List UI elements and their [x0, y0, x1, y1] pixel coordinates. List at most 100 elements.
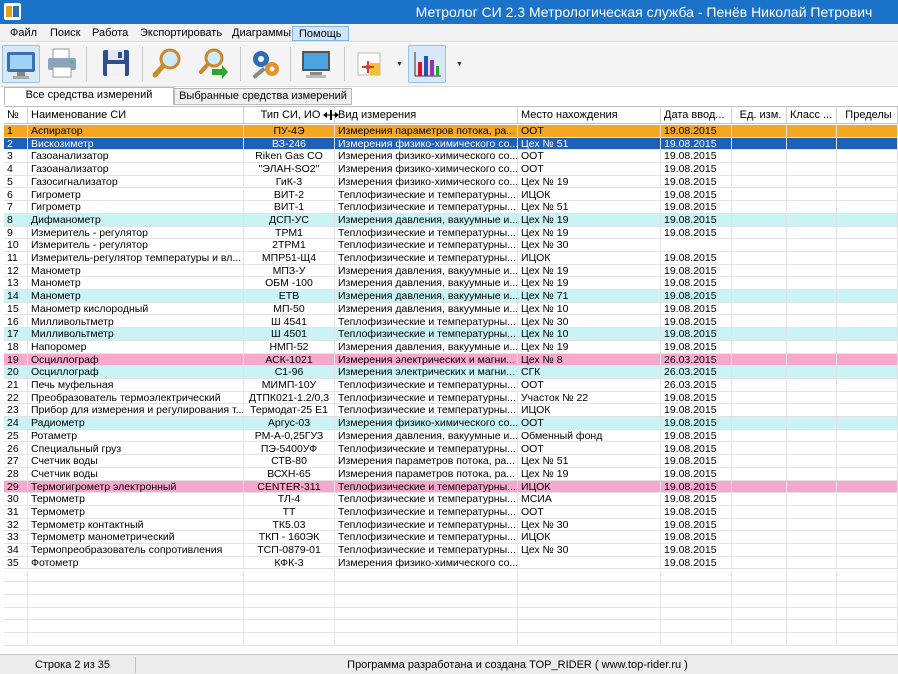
cell-name: Специальный груз: [28, 442, 244, 455]
table-row[interactable]: 21 Печь муфельная МИМП-10У Теплофизические …: [4, 379, 898, 392]
cell-unit: [732, 163, 787, 176]
cell-date: 19.08.2015: [661, 544, 732, 557]
table-row[interactable]: 11 Измеритель-регулятор температуры и вл.…: [4, 252, 898, 265]
header-col-name[interactable]: Наименование СИ: [28, 107, 244, 124]
search-next-icon: [199, 48, 228, 79]
menu-export[interactable]: Экспортировать: [134, 26, 228, 41]
cell-type: МИМП-10У: [244, 379, 335, 391]
header-col-kind[interactable]: Вид измерения: [335, 107, 518, 124]
empty-cell: [518, 607, 661, 620]
print-button[interactable]: [44, 45, 82, 83]
cell-place: Цех № 19: [518, 175, 661, 188]
cell-number: 10: [4, 239, 28, 252]
table-row[interactable]: 27 Счетчик воды СТВ-80 Измерения параметров…: [4, 455, 898, 468]
cell-kind: Теплофизические и температурны...: [335, 188, 518, 201]
cell-type: ЕТВ: [244, 290, 335, 303]
menu-work[interactable]: Работа: [86, 26, 134, 41]
menu-charts[interactable]: Диаграммы: [226, 26, 297, 41]
table-row[interactable]: 12 Манометр МПЗ-У Измерения давления, вакуу…: [4, 264, 898, 278]
tab-selected-instruments[interactable]: Выбранные средства измерений: [174, 88, 352, 105]
cell-limits: [837, 315, 898, 328]
cell-kind: Теплофизические и температурны...: [335, 506, 518, 518]
table-row[interactable]: 19 Осциллограф АСК-1021 Измерения электриче…: [4, 353, 898, 367]
cell-date: 19.08.2015: [661, 556, 732, 569]
table-row[interactable]: 32 Термометр контактный ТК5.03 Теплофизичес…: [4, 518, 898, 532]
table-row[interactable]: 29 Термогигрометр электронный CENTER-311 Те…: [4, 480, 898, 494]
table-row[interactable]: 33 Термометр манометрический ТКП - 160ЭК Те…: [4, 531, 898, 545]
cell-date: 19.08.2015: [661, 467, 732, 480]
table-row[interactable]: 1 Аспиратор ПУ-4Э Измерения параметров пото…: [4, 125, 898, 138]
header-col-type[interactable]: Тип СИ, ИО: [244, 107, 335, 124]
table-row[interactable]: 22 Преобразователь термоэлектрический ДТПК…: [4, 391, 898, 405]
menu-file[interactable]: Файл: [4, 26, 43, 41]
empty-row: [4, 569, 898, 583]
table-row[interactable]: 3 Газоанализатор Riken Gas CO Измерения физ…: [4, 150, 898, 164]
table-row[interactable]: 30 Термометр ТЛ-4 Теплофизические и темпера…: [4, 493, 898, 506]
cell-name: Измеритель - регулятор: [28, 226, 244, 239]
header-col-number[interactable]: №: [4, 107, 28, 124]
cell-date: 19.08.2015: [661, 531, 732, 544]
save-button[interactable]: [98, 45, 136, 83]
table-row[interactable]: 23 Прибор для измерения и регулирования т…: [4, 404, 898, 418]
header-col-limits[interactable]: Пределы: [837, 107, 898, 124]
table-row[interactable]: 15 Манометр кислородный МП-50 Измерения дав…: [4, 302, 898, 316]
monitor-button[interactable]: [2, 45, 40, 83]
tab-all-instruments[interactable]: Все средства измерений: [4, 87, 174, 105]
table-row[interactable]: 20 Осциллограф С1-96 Измерения электрически…: [4, 366, 898, 379]
table-row[interactable]: 31 Термометр ТТ Теплофизические и температу…: [4, 506, 898, 519]
header-col-class[interactable]: Класс ...: [787, 107, 837, 124]
table-row[interactable]: 18 Напоромер НМП-52 Измерения давления, вак…: [4, 340, 898, 354]
empty-cell: [661, 607, 732, 620]
bar-chart-button[interactable]: [408, 45, 446, 83]
table-row[interactable]: 7 Гигрометр ВИТ-1 Теплофизические и темпера…: [4, 201, 898, 214]
table-row[interactable]: 14 Манометр ЕТВ Измерения давления, вакуумн…: [4, 290, 898, 303]
cell-date: 19.08.2015: [661, 506, 732, 518]
table-row[interactable]: 5 Газосигнализатор ГиК-3 Измерения физико-х…: [4, 175, 898, 189]
cell-unit: [732, 544, 787, 557]
chart-add-button[interactable]: [352, 45, 390, 83]
table-row[interactable]: 2 Вискозиметр ВЗ-246 Измерения физико-химич…: [4, 137, 898, 151]
cell-place: Участок № 22: [518, 391, 661, 404]
cell-kind: Измерения физико-химического со...: [335, 417, 518, 430]
table-row[interactable]: 9 Измеритель - регулятор ТРМ1 Теплофизическ…: [4, 226, 898, 240]
table-row[interactable]: 6 Гигрометр ВИТ-2 Теплофизические и темпера…: [4, 188, 898, 202]
search-button[interactable]: [150, 45, 188, 83]
table-row[interactable]: 10 Измеритель - регулятор 2ТРМ1 Теплофизиче…: [4, 239, 898, 252]
table-row[interactable]: 8 Дифманометр ДСП-УС Измерения давления, ва…: [4, 213, 898, 227]
table-row[interactable]: 25 Ротаметр РМ-А-0,25ГУЗ Измерения давления…: [4, 429, 898, 443]
chart-add-dropdown-icon[interactable]: ▼: [396, 61, 404, 69]
table-row[interactable]: 35 Фотометр КФК-3 Измерения физико-химическ…: [4, 556, 898, 570]
menu-help[interactable]: Помощь: [292, 26, 349, 41]
table-row[interactable]: 13 Манометр ОБМ -100 Измерения давления, ва…: [4, 277, 898, 291]
header-col-place[interactable]: Место нахождения: [518, 107, 661, 124]
table-row[interactable]: 28 Счетчик воды ВСХН-65 Измерения параметро…: [4, 467, 898, 481]
cell-place: ИЦОК: [518, 480, 661, 493]
table-row[interactable]: 26 Специальный груз ПЭ-5400УФ Теплофизическ…: [4, 442, 898, 456]
table-row[interactable]: 16 Милливольтметр Ш 4541 Теплофизические и …: [4, 315, 898, 329]
menu-search[interactable]: Поиск: [44, 26, 86, 41]
settings-button[interactable]: [248, 45, 286, 83]
cell-number: 2: [4, 137, 28, 150]
computer-button[interactable]: [298, 45, 336, 83]
cell-class: [787, 442, 837, 455]
cell-class: [787, 544, 837, 557]
empty-cell: [244, 569, 335, 582]
cell-place: ООТ: [518, 125, 661, 137]
cell-name: Манометр кислородный: [28, 302, 244, 315]
table-row[interactable]: 24 Радиометр Аргус-03 Измерения физико-хими…: [4, 417, 898, 430]
cell-limits: [837, 290, 898, 303]
table-row[interactable]: 34 Термопреобразователь сопротивления ТСП-…: [4, 544, 898, 557]
table-row[interactable]: 4 Газоанализатор "ЭЛАН-SO2" Измерения физик…: [4, 163, 898, 176]
header-col-unit[interactable]: Ед. изм.: [732, 107, 787, 124]
bar-chart-dropdown-icon[interactable]: ▼: [456, 61, 464, 69]
cell-type: "ЭЛАН-SO2": [244, 163, 335, 176]
cell-class: [787, 467, 837, 480]
cell-unit: [732, 467, 787, 480]
cell-name: Гигрометр: [28, 188, 244, 201]
cell-type: ВСХН-65: [244, 467, 335, 480]
cell-number: 6: [4, 188, 28, 201]
table-row[interactable]: 17 Милливольтметр Ш 4501 Теплофизические и …: [4, 328, 898, 341]
search-next-button[interactable]: [194, 45, 232, 83]
header-col-date[interactable]: Дата ввод...: [661, 107, 732, 124]
cell-unit: [732, 175, 787, 188]
